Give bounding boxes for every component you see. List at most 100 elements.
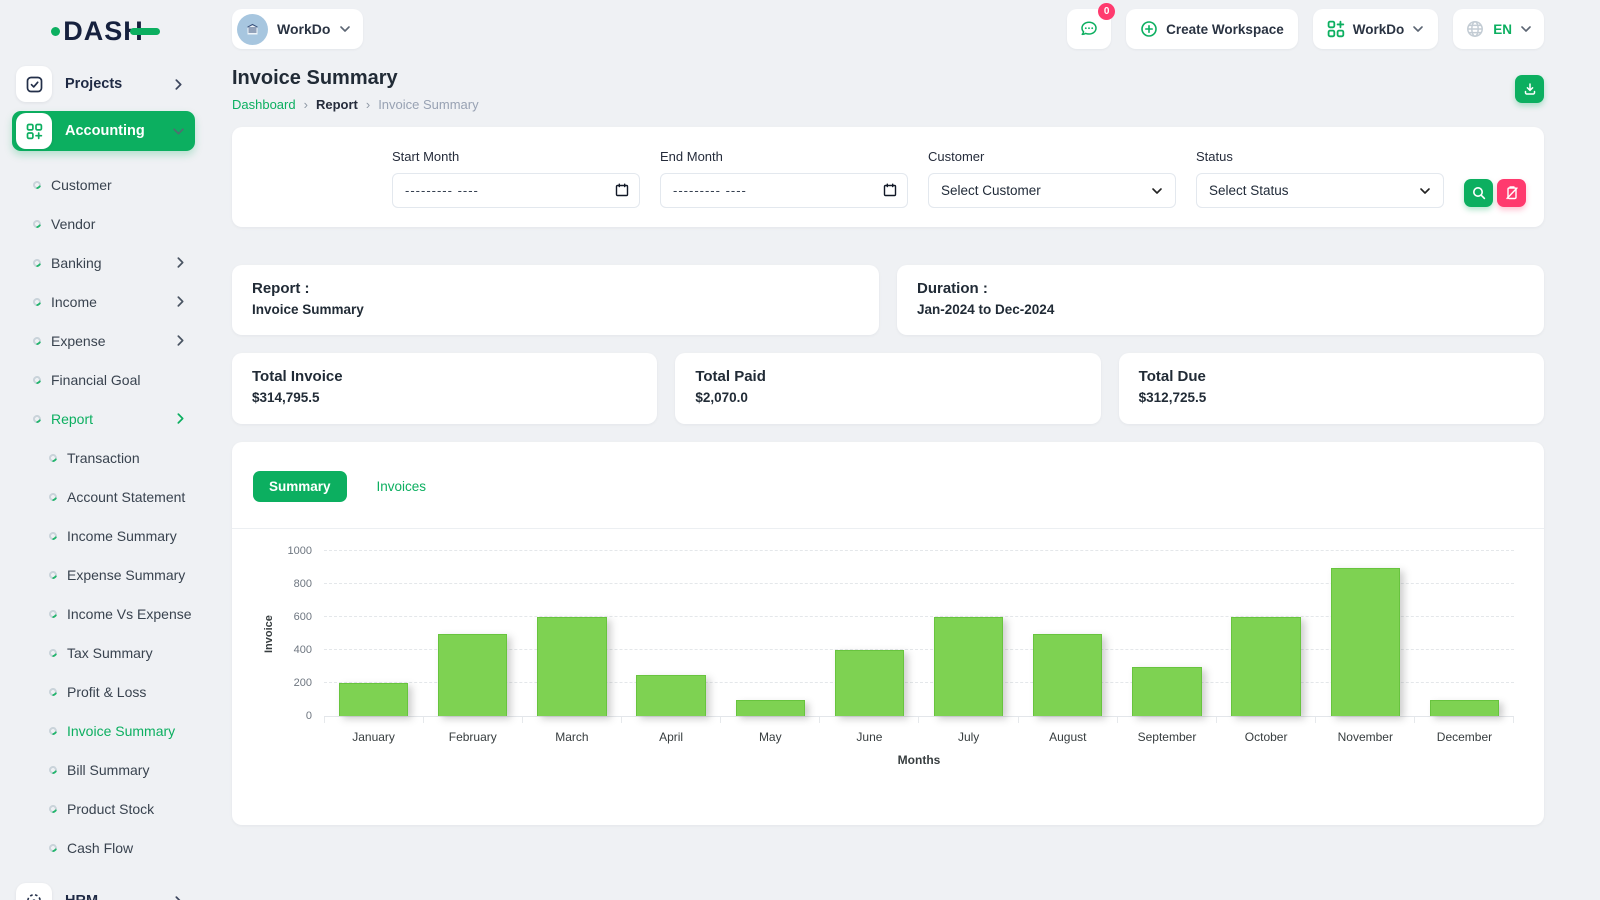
bar-may[interactable] xyxy=(735,699,805,716)
chevron-down-icon xyxy=(1420,187,1430,194)
bullet-icon xyxy=(31,217,43,230)
checkbox-icon xyxy=(16,66,52,102)
bullet-icon xyxy=(31,178,43,191)
bullet-icon xyxy=(31,256,43,269)
sidebar-item-label: Invoice Summary xyxy=(67,722,176,739)
breadcrumb-report[interactable]: Report xyxy=(316,97,358,112)
bar-column-september xyxy=(1117,551,1216,716)
apply-filter-button[interactable] xyxy=(1464,179,1493,207)
sidebar-item-projects[interactable]: Projects xyxy=(12,62,195,106)
bullet-icon xyxy=(31,334,43,347)
tabs: Summary Invoices xyxy=(232,442,1544,502)
app-logo[interactable]: DASH xyxy=(0,0,207,62)
total-invoice-card: Total Invoice $314,795.5 xyxy=(232,353,658,424)
sidebar-item-label: Expense Summary xyxy=(67,566,186,583)
breadcrumb-dashboard[interactable]: Dashboard xyxy=(232,97,296,112)
sidebar-item-financial-goal[interactable]: Financial Goal xyxy=(0,360,207,399)
sidebar-item-tax-summary[interactable]: Tax Summary xyxy=(0,633,207,672)
messages-button[interactable]: 0 xyxy=(1067,3,1116,49)
bar-september[interactable] xyxy=(1132,666,1202,716)
main-content: WorkDo 0 Create Workspace WorkDo EN Invo… xyxy=(207,0,1600,900)
customer-label: Customer xyxy=(928,149,985,164)
sidebar-item-profit-loss[interactable]: Profit & Loss xyxy=(0,672,207,711)
sidebar-item-label: Report xyxy=(51,410,94,427)
duration-info-card: Duration : Jan-2024 to Dec-2024 xyxy=(897,265,1544,335)
bar-january[interactable] xyxy=(338,683,409,716)
sidebar-item-expense-summary[interactable]: Expense Summary xyxy=(0,555,207,594)
chevron-right-icon xyxy=(175,895,181,900)
x-tick xyxy=(1316,717,1415,723)
page-title: Invoice Summary xyxy=(232,67,398,89)
x-tick xyxy=(523,717,623,723)
bar-march[interactable] xyxy=(537,617,607,716)
sidebar-item-accounting[interactable]: Accounting xyxy=(12,111,195,151)
x-label-march: March xyxy=(555,730,589,744)
total-due-value: $312,725.5 xyxy=(1138,390,1207,405)
bar-june[interactable] xyxy=(834,650,905,716)
sidebar-item-report[interactable]: Report xyxy=(0,399,207,438)
bar-october[interactable] xyxy=(1231,617,1301,716)
bullet-icon xyxy=(47,841,59,854)
x-label-november: November xyxy=(1337,730,1393,744)
bullet-icon xyxy=(47,646,59,659)
status-label: Status xyxy=(1196,149,1233,164)
sidebar-item-vendor[interactable]: Vendor xyxy=(0,204,207,243)
bar-april[interactable] xyxy=(636,674,706,716)
sidebar-item-cash-flow[interactable]: Cash Flow xyxy=(0,828,207,867)
workspace-avatar xyxy=(237,13,268,45)
language-selector[interactable]: EN xyxy=(1453,9,1544,49)
sidebar-item-income-summary[interactable]: Income Summary xyxy=(0,516,207,555)
workspace-selector[interactable]: WorkDo xyxy=(232,9,364,49)
sidebar-item-account-statement[interactable]: Account Statement xyxy=(0,477,207,516)
modules-grid-icon xyxy=(16,113,52,149)
bar-december[interactable] xyxy=(1429,699,1500,716)
tab-invoices[interactable]: Invoices xyxy=(361,471,443,502)
x-label-may: May xyxy=(758,730,782,744)
report-info-card: Report : Invoice Summary xyxy=(232,265,879,335)
sidebar-item-bill-summary[interactable]: Bill Summary xyxy=(0,750,207,789)
globe-icon xyxy=(1467,21,1484,37)
sidebar: DASH Projects Accounting Customer Vendor B… xyxy=(0,0,207,900)
total-paid-card: Total Paid $2,070.0 xyxy=(675,353,1101,424)
sidebar-item-customer[interactable]: Customer xyxy=(0,165,207,204)
bar-february[interactable] xyxy=(438,633,508,716)
y-tick-label: 0 xyxy=(305,710,312,722)
sidebar-item-transaction[interactable]: Transaction xyxy=(0,438,207,477)
y-tick-label: 200 xyxy=(293,677,312,689)
customer-select[interactable]: Select Customer xyxy=(928,173,1176,208)
chevron-right-icon xyxy=(175,78,182,90)
x-tick xyxy=(721,717,821,723)
sidebar-item-expense[interactable]: Expense xyxy=(0,321,207,360)
x-label-february: February xyxy=(448,730,497,744)
page-header: Invoice Summary Dashboard Report Invoice… xyxy=(232,67,1544,112)
customer-select-value: Select Customer xyxy=(941,183,1041,198)
y-axis-title: Invoice xyxy=(263,615,275,653)
sidebar-item-banking[interactable]: Banking xyxy=(0,243,207,282)
sidebar-item-income[interactable]: Income xyxy=(0,282,207,321)
sidebar-item-label: Banking xyxy=(51,254,102,271)
sidebar-item-product-stock[interactable]: Product Stock xyxy=(0,789,207,828)
download-button[interactable] xyxy=(1515,75,1544,103)
bar-column-april xyxy=(622,551,721,716)
sidebar-item-hrm[interactable]: HRM xyxy=(12,879,195,900)
bar-november[interactable] xyxy=(1330,567,1400,716)
topbar: WorkDo 0 Create Workspace WorkDo EN xyxy=(232,3,1544,49)
chevron-right-icon xyxy=(177,257,184,268)
create-workspace-button[interactable]: Create Workspace xyxy=(1126,9,1298,49)
status-select[interactable]: Select Status xyxy=(1196,173,1444,208)
sidebar-item-income-vs-expense[interactable]: Income Vs Expense xyxy=(0,594,207,633)
tab-summary[interactable]: Summary xyxy=(253,471,347,502)
x-label-june: June xyxy=(856,730,883,744)
status-select-value: Select Status xyxy=(1209,183,1289,198)
end-month-input[interactable] xyxy=(660,173,908,208)
x-tick xyxy=(1019,717,1118,723)
sidebar-item-invoice-summary[interactable]: Invoice Summary xyxy=(0,711,207,750)
clear-filter-button[interactable] xyxy=(1497,179,1526,207)
sidebar-item-label: Expense xyxy=(51,332,106,349)
bar-august[interactable] xyxy=(1033,633,1103,716)
bar-july[interactable] xyxy=(933,617,1004,716)
bar-column-may xyxy=(721,551,820,716)
workdo-dropdown[interactable]: WorkDo xyxy=(1312,9,1439,49)
sidebar-item-label: HRM xyxy=(65,893,98,900)
start-month-input[interactable] xyxy=(392,173,640,208)
